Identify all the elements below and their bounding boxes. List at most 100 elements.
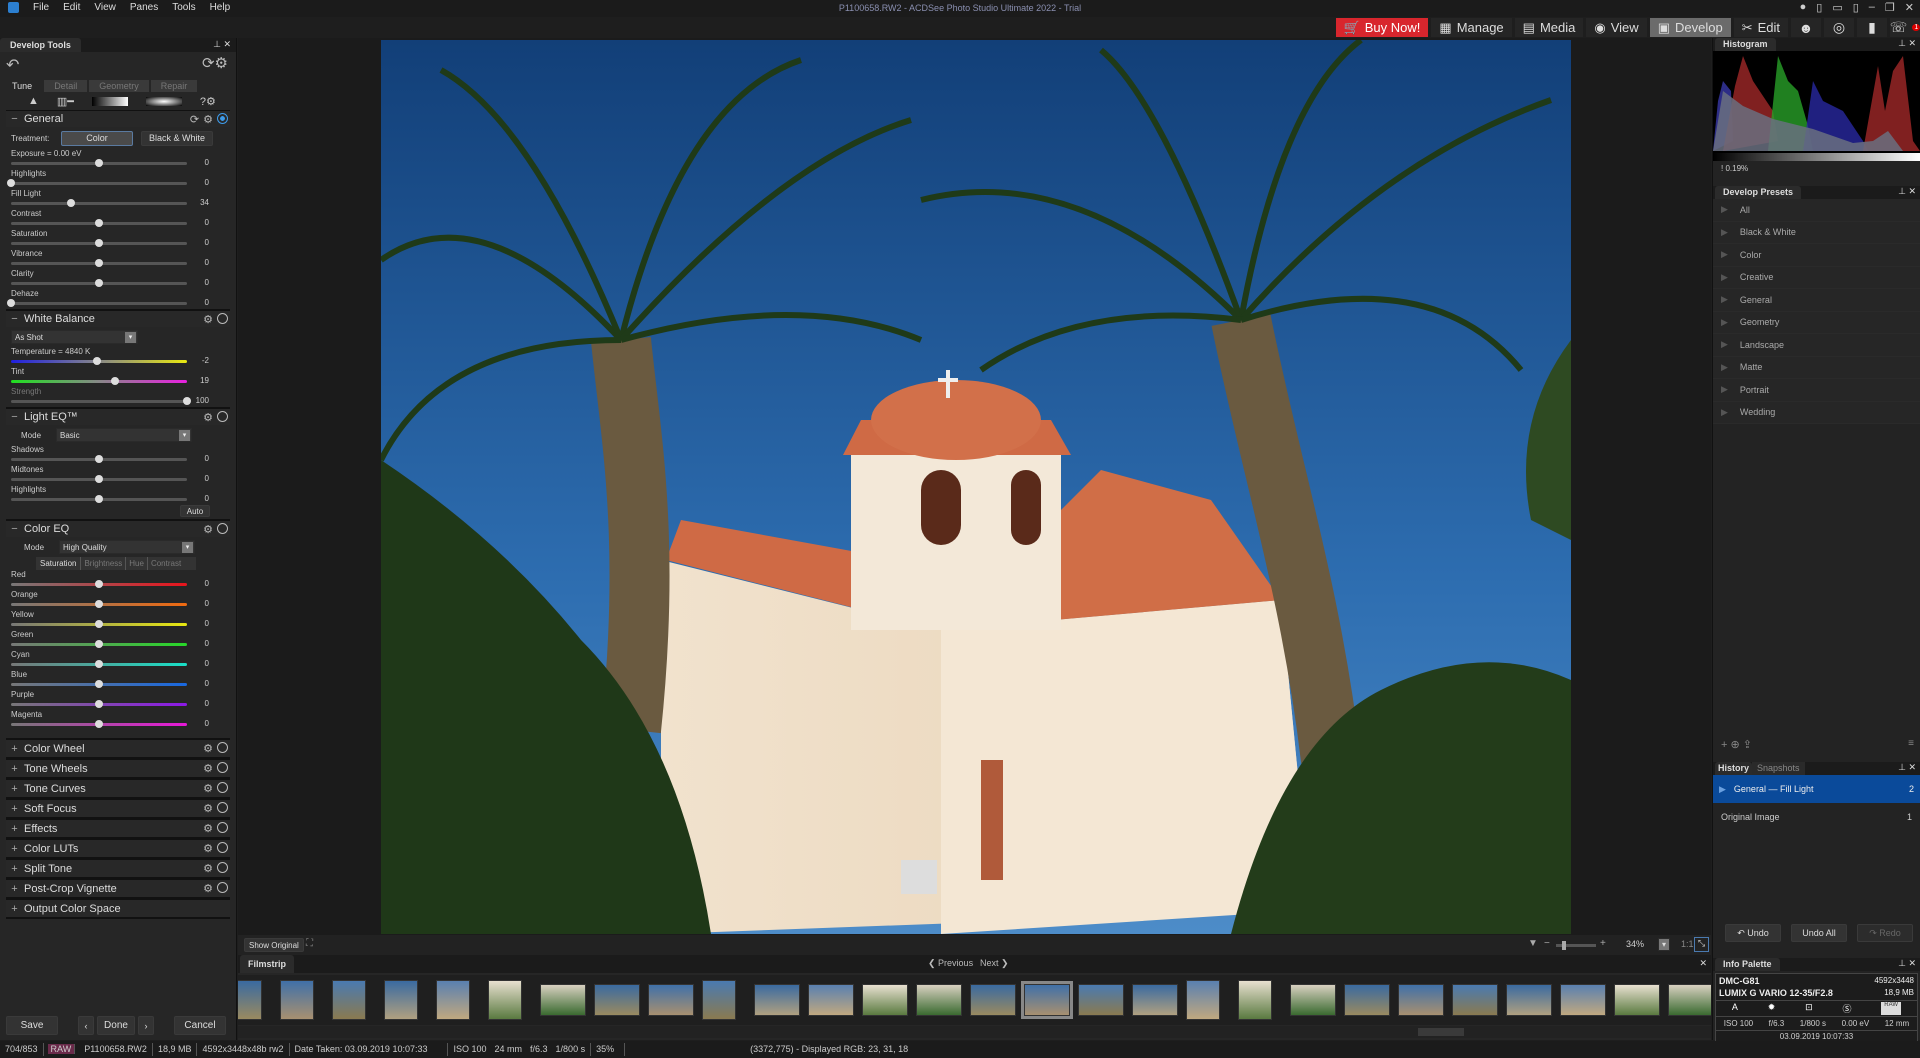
one-to-one-button[interactable]: 1:1 xyxy=(1681,939,1694,949)
preset-category[interactable]: ▶ Wedding xyxy=(1713,401,1920,424)
tab-contrast[interactable]: Contrast xyxy=(146,557,184,570)
enable-toggle[interactable] xyxy=(217,762,228,773)
presets-close-icon[interactable]: ⊥ ✕ xyxy=(1898,186,1916,197)
save-button[interactable]: Save xyxy=(6,1016,58,1035)
gear-icon[interactable]: ⚙ xyxy=(203,523,213,536)
tab-saturation[interactable]: Saturation xyxy=(36,557,80,570)
slider-handle[interactable] xyxy=(95,159,103,167)
fullscreen-icon[interactable]: ⛶ xyxy=(306,938,313,949)
preset-category[interactable]: ▶ Matte xyxy=(1713,356,1920,379)
photo-preview[interactable] xyxy=(381,40,1571,934)
slider-midtones[interactable]: Midtones 0 xyxy=(6,465,230,485)
enable-toggle[interactable] xyxy=(217,802,228,813)
gradient-icon[interactable] xyxy=(91,96,128,106)
panel-close-icon[interactable]: ⊥ ✕ xyxy=(213,39,231,50)
people-mode-button[interactable]: ☻ xyxy=(1791,18,1821,37)
gear-icon[interactable]: ⚙ xyxy=(203,313,213,326)
collapse-icon[interactable]: − xyxy=(9,113,20,125)
enable-toggle[interactable] xyxy=(217,112,228,124)
zoom-out-button[interactable]: − xyxy=(1544,938,1550,949)
slider-handle[interactable] xyxy=(95,580,103,588)
section-color-luts[interactable]: + Color LUTs ⚙ xyxy=(6,839,230,859)
tab-geometry[interactable]: Geometry xyxy=(89,80,149,92)
enable-toggle[interactable] xyxy=(217,410,228,422)
help-icon[interactable]: ?⚙ xyxy=(200,95,216,108)
preset-category[interactable]: ▶ Landscape xyxy=(1713,334,1920,357)
enable-toggle[interactable] xyxy=(217,312,228,324)
filmstrip-thumbnail[interactable] xyxy=(862,984,908,1016)
filmstrip-thumbnail[interactable] xyxy=(916,984,962,1016)
export-preset-icon[interactable]: ⇪ xyxy=(1743,739,1752,751)
show-original-button[interactable]: Show Original xyxy=(244,938,304,952)
filmstrip-thumbnail[interactable] xyxy=(280,980,314,1020)
filmstrip-thumbnail[interactable] xyxy=(808,984,854,1016)
section-split-tone[interactable]: + Split Tone ⚙ xyxy=(6,859,230,879)
mode-edit[interactable]: ✂ Edit xyxy=(1733,18,1788,37)
filmstrip-thumbnail[interactable] xyxy=(1344,984,1390,1016)
slider-blue[interactable]: Blue 0 xyxy=(6,670,230,690)
tab-snapshots[interactable]: Snapshots xyxy=(1752,762,1805,775)
dashboard-button[interactable]: ▮ xyxy=(1857,18,1887,37)
wb-preset-select[interactable]: As Shot ▾ xyxy=(11,330,138,344)
info-close-icon[interactable]: ⊥ ✕ xyxy=(1898,958,1916,969)
slider-highlights[interactable]: Highlights 0 xyxy=(6,485,230,505)
collapse-icon[interactable]: − xyxy=(9,523,20,535)
clip-warning-icon[interactable]: ! xyxy=(1721,164,1723,173)
done-button[interactable]: Done xyxy=(97,1016,135,1035)
slider-purple[interactable]: Purple 0 xyxy=(6,690,230,710)
preset-category[interactable]: ▶ Creative xyxy=(1713,266,1920,289)
filmstrip-thumbnail[interactable] xyxy=(1186,980,1220,1020)
slider-handle[interactable] xyxy=(95,475,103,483)
tab-brightness[interactable]: Brightness xyxy=(80,557,125,570)
zoom-value[interactable]: 34% xyxy=(1626,939,1644,949)
expand-icon[interactable]: + xyxy=(9,823,20,835)
gear-icon[interactable]: ⚙ xyxy=(203,113,213,126)
filmstrip-thumbnail[interactable] xyxy=(1560,984,1606,1016)
close-button[interactable]: ✕ xyxy=(1905,1,1914,14)
mode-develop[interactable]: ▣ Develop xyxy=(1649,18,1731,37)
collapse-icon[interactable]: − xyxy=(9,313,20,325)
filmstrip-thumbnail[interactable] xyxy=(1021,981,1073,1019)
scrollbar-thumb[interactable] xyxy=(1418,1028,1464,1036)
gear-icon[interactable]: ⚙ xyxy=(203,802,213,815)
slider-track[interactable] xyxy=(11,380,187,383)
enable-toggle[interactable] xyxy=(217,522,228,534)
tab-tune[interactable]: Tune xyxy=(2,80,43,92)
add-preset-icon[interactable]: + xyxy=(1721,739,1727,751)
slider-clarity[interactable]: Clarity 0 xyxy=(6,269,230,289)
filmstrip-thumbnail[interactable] xyxy=(1668,984,1711,1016)
slider-handle[interactable] xyxy=(95,279,103,287)
filmstrip-thumbnail[interactable] xyxy=(754,984,800,1016)
auto-button[interactable]: Auto xyxy=(180,505,210,517)
gear-icon[interactable]: ⚙ xyxy=(203,882,213,895)
color-eq-mode-select[interactable]: High Quality ▾ xyxy=(59,540,196,554)
enable-toggle[interactable] xyxy=(217,822,228,833)
redo-button[interactable]: ↷ Redo xyxy=(1857,924,1913,942)
slider-red[interactable]: Red 0 xyxy=(6,570,230,590)
filmstrip-thumbnail[interactable] xyxy=(1398,984,1444,1016)
mode-view[interactable]: ◉ View xyxy=(1586,18,1647,37)
filmstrip-thumbnail[interactable] xyxy=(1452,984,1498,1016)
filmstrip-thumbnail[interactable] xyxy=(1078,984,1124,1016)
collapse-icon[interactable]: − xyxy=(9,411,20,423)
expand-icon[interactable]: + xyxy=(9,803,20,815)
next-button[interactable]: Next ❯ xyxy=(980,958,1009,969)
slider-handle[interactable] xyxy=(95,455,103,463)
gear-icon[interactable]: ⚙ xyxy=(203,762,213,775)
expand-icon[interactable]: + xyxy=(9,863,20,875)
notifications-button[interactable]: ☏ 1 xyxy=(1890,18,1920,37)
zoom-in-button[interactable]: + xyxy=(1600,938,1606,949)
preset-category[interactable]: ▶ All xyxy=(1713,199,1920,222)
slider-saturation[interactable]: Saturation 0 xyxy=(6,229,230,249)
fit-to-screen-icon[interactable]: ⤡ xyxy=(1694,937,1709,952)
slider-handle[interactable] xyxy=(110,377,119,385)
minimize-button[interactable]: – xyxy=(1869,1,1875,14)
slider-track[interactable] xyxy=(11,302,187,305)
slider-handle[interactable] xyxy=(95,219,103,227)
slider-handle[interactable] xyxy=(93,357,102,365)
slider-orange[interactable]: Orange 0 xyxy=(6,590,230,610)
slider-track[interactable] xyxy=(11,202,187,205)
zoom-menu-icon[interactable]: ▼ xyxy=(1528,938,1538,949)
section-soft-focus[interactable]: + Soft Focus ⚙ xyxy=(6,799,230,819)
undo-all-button[interactable]: Undo All xyxy=(1791,924,1847,942)
